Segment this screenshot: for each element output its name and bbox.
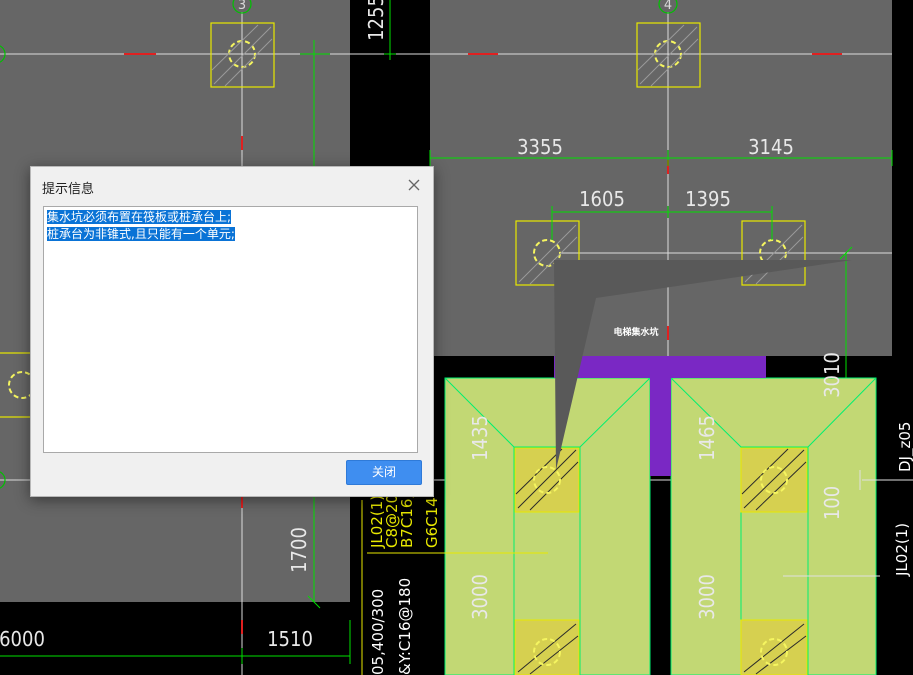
dim-1700: 1700 — [287, 527, 311, 573]
info-dialog[interactable]: 提示信息 集水坑必须布置在筏板或桩承台上; 桩承台为非锥式,且只能有一个单元; … — [30, 166, 434, 497]
message-textbox[interactable]: 集水坑必须布置在筏板或桩承台上; 桩承台为非锥式,且只能有一个单元; — [43, 206, 418, 453]
bottom-note-1: 05,400/300 — [369, 589, 387, 675]
dialog-title: 提示信息 — [42, 182, 95, 197]
message-line: 集水坑必须布置在筏板或桩承台上; — [47, 210, 232, 224]
svg-text:3: 3 — [238, 0, 246, 13]
dim-3010: 3010 — [820, 352, 844, 398]
dim-1255: 1255 — [364, 0, 388, 41]
svg-text:4: 4 — [664, 0, 672, 13]
dim-1395: 1395 — [685, 187, 731, 211]
dim-3355: 3355 — [517, 135, 563, 159]
dim-1605: 1605 — [579, 187, 625, 211]
dim-1465: 1465 — [695, 415, 719, 461]
beam-code-label-right: JL02(1) — [893, 523, 911, 577]
dim-6000: 6000 — [0, 627, 45, 651]
close-button[interactable]: 关闭 — [346, 460, 422, 485]
dim-3000-left: 3000 — [468, 574, 492, 620]
beam-rebar-label-3: G6C14 — [423, 497, 441, 548]
close-icon[interactable] — [405, 176, 423, 194]
message-line: 桩承台为非锥式,且只能有一个单元; — [47, 227, 235, 241]
pit-purple-top — [554, 356, 766, 378]
dim-3145: 3145 — [748, 135, 794, 159]
dim-3000-right: 3000 — [695, 574, 719, 620]
dim-1510: 1510 — [267, 627, 313, 651]
foundation-label: DJ_z05 — [896, 422, 913, 472]
dim-1435: 1435 — [468, 415, 492, 461]
bottom-note-2: &Y:C16@180 — [396, 578, 414, 675]
pit-label: 电梯集水坑 — [613, 326, 658, 338]
dim-100: 100 — [820, 486, 844, 520]
